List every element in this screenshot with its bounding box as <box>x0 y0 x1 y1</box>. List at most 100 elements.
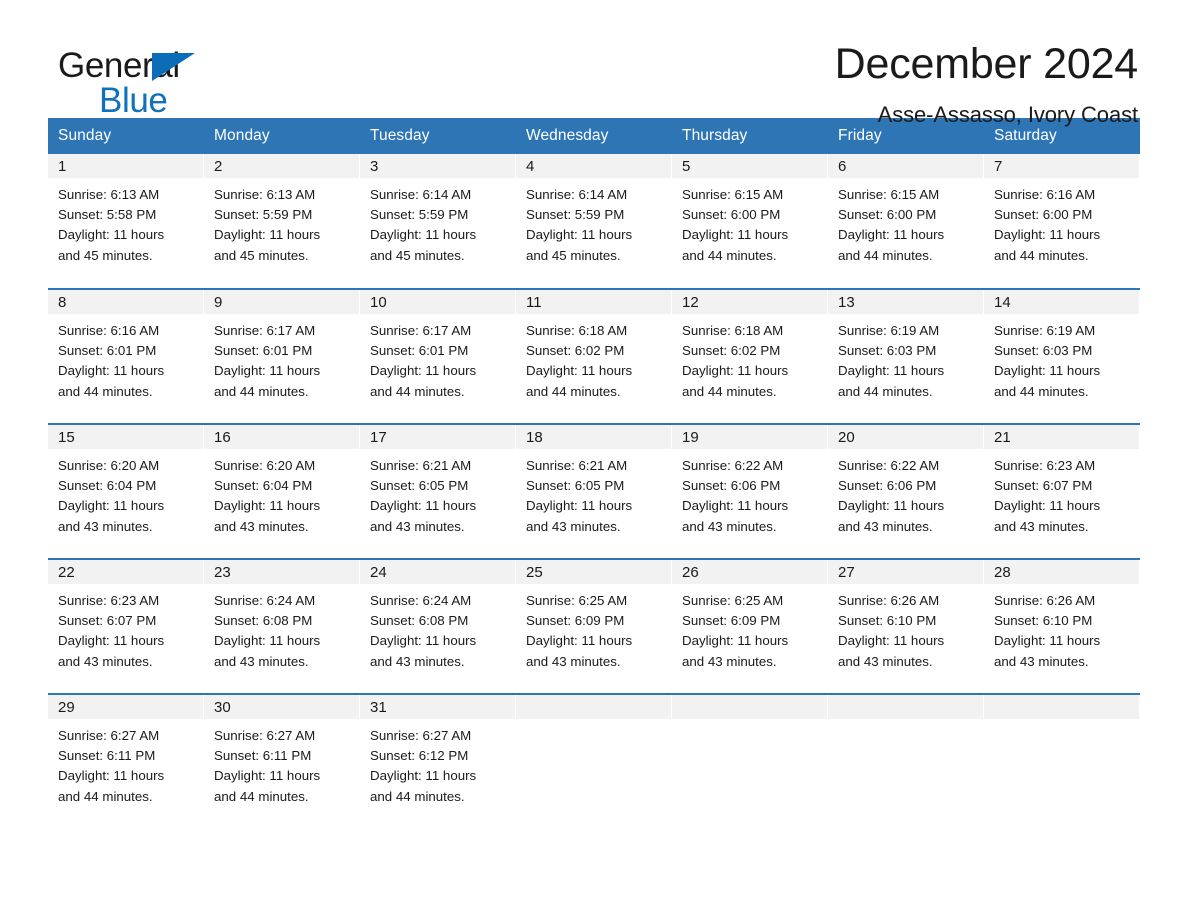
day-number: 21 <box>984 425 1140 449</box>
day-number: 16 <box>204 425 360 449</box>
day-cell[interactable]: 20 Sunrise: 6:22 AM Sunset: 6:06 PM Dayl… <box>828 423 984 559</box>
day-number: 10 <box>360 290 516 314</box>
day-cell[interactable]: 5 Sunrise: 6:15 AM Sunset: 6:00 PM Dayli… <box>672 154 828 289</box>
day-details: Sunrise: 6:13 AM Sunset: 5:58 PM Dayligh… <box>58 187 165 263</box>
day-cell[interactable]: 15 Sunrise: 6:20 AM Sunset: 6:04 PM Dayl… <box>48 423 204 559</box>
day-cell[interactable]: 14 Sunrise: 6:19 AM Sunset: 6:03 PM Dayl… <box>984 288 1140 424</box>
day-cell-empty <box>516 693 672 829</box>
day-cell[interactable]: 18 Sunrise: 6:21 AM Sunset: 6:05 PM Dayl… <box>516 423 672 559</box>
day-number: 25 <box>516 560 672 584</box>
page-title: December 2024 <box>834 40 1139 88</box>
calendar-week-row: 15 Sunrise: 6:20 AM Sunset: 6:04 PM Dayl… <box>48 423 1140 559</box>
day-number: 19 <box>672 425 828 449</box>
calendar-week-row: 8 Sunrise: 6:16 AM Sunset: 6:01 PM Dayli… <box>48 288 1140 424</box>
day-cell[interactable]: 10 Sunrise: 6:17 AM Sunset: 6:01 PM Dayl… <box>360 288 516 424</box>
day-details: Sunrise: 6:14 AM Sunset: 5:59 PM Dayligh… <box>370 187 477 263</box>
day-cell[interactable]: 22 Sunrise: 6:23 AM Sunset: 6:07 PM Dayl… <box>48 558 204 694</box>
day-cell[interactable]: 13 Sunrise: 6:19 AM Sunset: 6:03 PM Dayl… <box>828 288 984 424</box>
day-cell[interactable]: 6 Sunrise: 6:15 AM Sunset: 6:00 PM Dayli… <box>828 154 984 289</box>
day-details: Sunrise: 6:24 AM Sunset: 6:08 PM Dayligh… <box>370 593 477 669</box>
day-details: Sunrise: 6:25 AM Sunset: 6:09 PM Dayligh… <box>682 593 789 669</box>
day-details <box>984 719 1140 799</box>
day-details: Sunrise: 6:16 AM Sunset: 6:00 PM Dayligh… <box>994 187 1101 263</box>
day-details: Sunrise: 6:26 AM Sunset: 6:10 PM Dayligh… <box>838 593 945 669</box>
day-details: Sunrise: 6:21 AM Sunset: 6:05 PM Dayligh… <box>526 458 633 534</box>
day-details: Sunrise: 6:17 AM Sunset: 6:01 PM Dayligh… <box>370 323 477 399</box>
day-details: Sunrise: 6:20 AM Sunset: 6:04 PM Dayligh… <box>58 458 165 534</box>
day-number: 3 <box>360 154 516 178</box>
calendar-week-row: 29 Sunrise: 6:27 AM Sunset: 6:11 PM Dayl… <box>48 693 1140 829</box>
day-number: 17 <box>360 425 516 449</box>
day-details: Sunrise: 6:27 AM Sunset: 6:11 PM Dayligh… <box>214 728 321 804</box>
day-cell[interactable]: 29 Sunrise: 6:27 AM Sunset: 6:11 PM Dayl… <box>48 693 204 829</box>
day-number: 23 <box>204 560 360 584</box>
day-cell-empty <box>984 693 1140 829</box>
day-number: 7 <box>984 154 1140 178</box>
day-cell[interactable]: 17 Sunrise: 6:21 AM Sunset: 6:05 PM Dayl… <box>360 423 516 559</box>
weekday-header-sunday: Sunday <box>48 118 204 154</box>
day-cell[interactable]: 30 Sunrise: 6:27 AM Sunset: 6:11 PM Dayl… <box>204 693 360 829</box>
day-number <box>984 695 1140 719</box>
day-number: 1 <box>48 154 204 178</box>
day-details: Sunrise: 6:22 AM Sunset: 6:06 PM Dayligh… <box>838 458 945 534</box>
day-details: Sunrise: 6:15 AM Sunset: 6:00 PM Dayligh… <box>838 187 945 263</box>
day-number: 30 <box>204 695 360 719</box>
day-cell[interactable]: 26 Sunrise: 6:25 AM Sunset: 6:09 PM Dayl… <box>672 558 828 694</box>
day-cell[interactable]: 27 Sunrise: 6:26 AM Sunset: 6:10 PM Dayl… <box>828 558 984 694</box>
day-number: 27 <box>828 560 984 584</box>
day-details: Sunrise: 6:19 AM Sunset: 6:03 PM Dayligh… <box>994 323 1101 399</box>
day-cell[interactable]: 3 Sunrise: 6:14 AM Sunset: 5:59 PM Dayli… <box>360 154 516 289</box>
day-details: Sunrise: 6:26 AM Sunset: 6:10 PM Dayligh… <box>994 593 1101 669</box>
day-details: Sunrise: 6:22 AM Sunset: 6:06 PM Dayligh… <box>682 458 789 534</box>
weekday-header-thursday: Thursday <box>672 118 828 154</box>
day-details: Sunrise: 6:24 AM Sunset: 6:08 PM Dayligh… <box>214 593 321 669</box>
day-number: 15 <box>48 425 204 449</box>
day-cell[interactable]: 9 Sunrise: 6:17 AM Sunset: 6:01 PM Dayli… <box>204 288 360 424</box>
page-subtitle: Asse-Assasso, Ivory Coast <box>877 102 1138 128</box>
day-cell[interactable]: 8 Sunrise: 6:16 AM Sunset: 6:01 PM Dayli… <box>48 288 204 424</box>
day-cell[interactable]: 31 Sunrise: 6:27 AM Sunset: 6:12 PM Dayl… <box>360 693 516 829</box>
calendar-week-row: 22 Sunrise: 6:23 AM Sunset: 6:07 PM Dayl… <box>48 558 1140 694</box>
title-block: December 2024 Asse-Assasso, Ivory Coast <box>834 40 1140 128</box>
day-details: Sunrise: 6:21 AM Sunset: 6:05 PM Dayligh… <box>370 458 477 534</box>
day-number: 11 <box>516 290 672 314</box>
day-cell[interactable]: 4 Sunrise: 6:14 AM Sunset: 5:59 PM Dayli… <box>516 154 672 289</box>
day-cell[interactable]: 1 Sunrise: 6:13 AM Sunset: 5:58 PM Dayli… <box>48 154 204 289</box>
day-cell[interactable]: 28 Sunrise: 6:26 AM Sunset: 6:10 PM Dayl… <box>984 558 1140 694</box>
day-details: Sunrise: 6:19 AM Sunset: 6:03 PM Dayligh… <box>838 323 945 399</box>
day-number: 8 <box>48 290 204 314</box>
general-blue-logo: General Blue <box>48 42 248 122</box>
day-cell[interactable]: 7 Sunrise: 6:16 AM Sunset: 6:00 PM Dayli… <box>984 154 1140 289</box>
day-details: Sunrise: 6:25 AM Sunset: 6:09 PM Dayligh… <box>526 593 633 669</box>
day-number <box>672 695 828 719</box>
day-number: 20 <box>828 425 984 449</box>
day-number: 22 <box>48 560 204 584</box>
day-cell[interactable]: 24 Sunrise: 6:24 AM Sunset: 6:08 PM Dayl… <box>360 558 516 694</box>
day-number: 24 <box>360 560 516 584</box>
day-cell[interactable]: 19 Sunrise: 6:22 AM Sunset: 6:06 PM Dayl… <box>672 423 828 559</box>
day-cell[interactable]: 16 Sunrise: 6:20 AM Sunset: 6:04 PM Dayl… <box>204 423 360 559</box>
day-number: 5 <box>672 154 828 178</box>
page-header: General Blue December 2024 Asse-Assasso,… <box>48 0 1140 127</box>
day-details: Sunrise: 6:13 AM Sunset: 5:59 PM Dayligh… <box>214 187 321 263</box>
day-number: 6 <box>828 154 984 178</box>
day-number: 29 <box>48 695 204 719</box>
day-number: 9 <box>204 290 360 314</box>
day-details: Sunrise: 6:20 AM Sunset: 6:04 PM Dayligh… <box>214 458 321 534</box>
day-details: Sunrise: 6:27 AM Sunset: 6:12 PM Dayligh… <box>370 728 477 804</box>
calendar-body: 1 Sunrise: 6:13 AM Sunset: 5:58 PM Dayli… <box>48 154 1140 829</box>
day-details: Sunrise: 6:27 AM Sunset: 6:11 PM Dayligh… <box>58 728 165 804</box>
day-details <box>828 719 984 799</box>
day-cell[interactable]: 23 Sunrise: 6:24 AM Sunset: 6:08 PM Dayl… <box>204 558 360 694</box>
day-cell[interactable]: 2 Sunrise: 6:13 AM Sunset: 5:59 PM Dayli… <box>204 154 360 289</box>
day-cell[interactable]: 12 Sunrise: 6:18 AM Sunset: 6:02 PM Dayl… <box>672 288 828 424</box>
day-number: 13 <box>828 290 984 314</box>
day-number: 26 <box>672 560 828 584</box>
day-cell-empty <box>828 693 984 829</box>
day-cell[interactable]: 25 Sunrise: 6:25 AM Sunset: 6:09 PM Dayl… <box>516 558 672 694</box>
day-number: 14 <box>984 290 1140 314</box>
day-cell[interactable]: 11 Sunrise: 6:18 AM Sunset: 6:02 PM Dayl… <box>516 288 672 424</box>
logo-text-blue: Blue <box>99 81 168 120</box>
day-number: 28 <box>984 560 1140 584</box>
day-cell[interactable]: 21 Sunrise: 6:23 AM Sunset: 6:07 PM Dayl… <box>984 423 1140 559</box>
